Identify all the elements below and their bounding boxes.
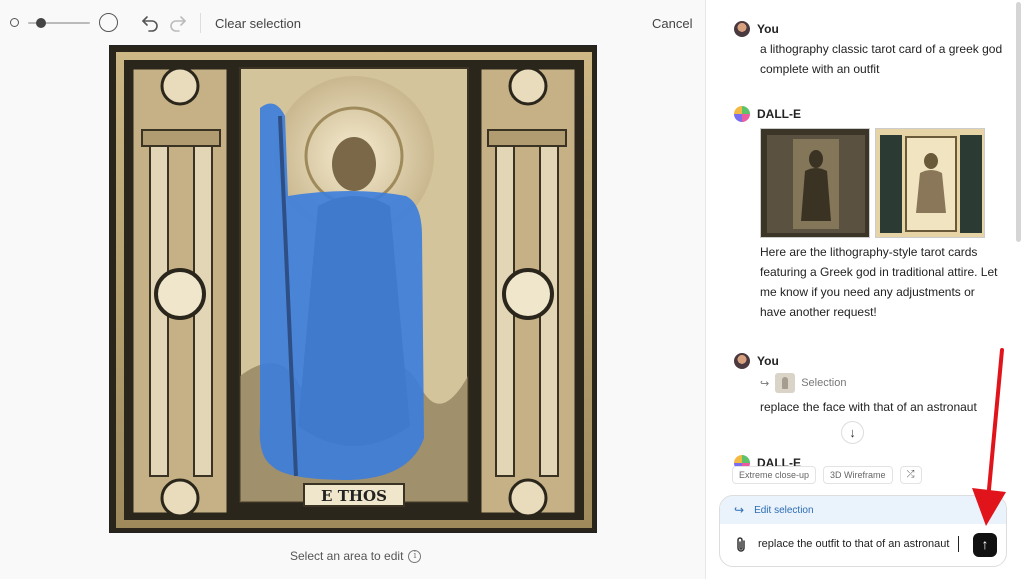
- clear-selection-button[interactable]: Clear selection: [215, 16, 301, 31]
- reply-arrow-icon: ↪: [760, 377, 770, 390]
- paperclip-icon[interactable]: [734, 536, 748, 554]
- generated-image-1[interactable]: [760, 128, 870, 238]
- edit-selection-label: Edit selection: [754, 504, 814, 516]
- editor-toolbar: Clear selection Cancel: [0, 0, 705, 46]
- author-name: DALL-E: [757, 106, 801, 121]
- selection-thumbnail: [775, 373, 796, 393]
- annotation-arrow-icon: [972, 348, 1006, 526]
- redo-icon[interactable]: [168, 12, 188, 32]
- shuffle-icon[interactable]: ⤮: [899, 466, 922, 484]
- tarot-card-image[interactable]: Ε THOS: [109, 45, 597, 533]
- brush-size-slider-knob[interactable]: [36, 18, 46, 28]
- image-editor: Clear selection Cancel Ε THOS Select an …: [0, 0, 705, 579]
- scroll-down-button[interactable]: ↓: [841, 421, 864, 444]
- selection-label: Selection: [801, 377, 847, 389]
- undo-icon[interactable]: [140, 12, 160, 32]
- text-caret: [958, 536, 959, 552]
- suggestion-chip[interactable]: 3D Wireframe: [823, 466, 893, 484]
- author-name: You: [757, 21, 779, 36]
- user-message: You a lithography classic tarot card of …: [734, 20, 1004, 79]
- suggestion-chip[interactable]: Extreme close-up: [732, 466, 817, 484]
- card-caption: Ε THOS: [321, 487, 387, 505]
- message-text: a lithography classic tarot card of a gr…: [760, 42, 1003, 76]
- prompt-input[interactable]: [758, 538, 963, 550]
- edit-hint: Select an area to edit i: [290, 549, 422, 563]
- suggestion-chips: Extreme close-up 3D Wireframe ⤮: [732, 466, 922, 484]
- edit-hint-text: Select an area to edit: [290, 549, 404, 563]
- dalle-avatar: [734, 105, 750, 122]
- cancel-button[interactable]: Cancel: [652, 16, 692, 31]
- generated-images: [760, 128, 1004, 238]
- author-name: You: [757, 353, 779, 368]
- chat-scrollbar[interactable]: [1016, 2, 1021, 242]
- info-icon[interactable]: i: [408, 549, 422, 563]
- message-text: Here are the lithography-style tarot car…: [760, 245, 998, 319]
- user-avatar: [734, 352, 750, 369]
- brush-small-icon[interactable]: [10, 18, 19, 27]
- toolbar-divider: [200, 13, 201, 33]
- reply-arrow-icon: ↪: [734, 503, 745, 517]
- assistant-message: DALL-E: [734, 105, 1004, 322]
- brush-large-icon[interactable]: [99, 13, 118, 32]
- generated-image-2[interactable]: [875, 128, 985, 238]
- user-avatar: [734, 20, 750, 37]
